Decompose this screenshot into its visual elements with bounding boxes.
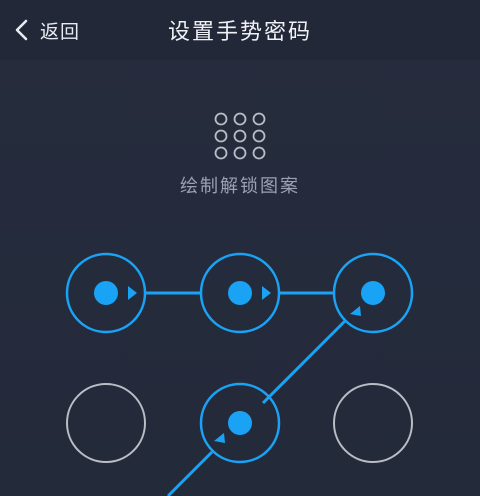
direction-arrow-icon <box>214 433 225 443</box>
pattern-node-2[interactable] <box>199 252 281 334</box>
connector-3-5 <box>261 319 347 405</box>
gesture-setup-screen: 返回 设置手势密码 绘制解锁图案 <box>0 0 480 496</box>
direction-arrow-icon <box>128 286 137 300</box>
pattern-node-5[interactable] <box>199 382 281 464</box>
pattern-connector-lines <box>145 291 347 496</box>
pattern-lock-grid[interactable] <box>0 0 480 496</box>
pattern-node-6[interactable] <box>333 383 413 463</box>
pattern-node-4[interactable] <box>66 383 146 463</box>
pattern-node-1[interactable] <box>65 252 147 334</box>
direction-arrow-icon <box>262 286 271 300</box>
pattern-node-3[interactable] <box>332 252 414 334</box>
direction-arrow-icon <box>350 306 361 316</box>
connector-5-next <box>166 450 214 496</box>
